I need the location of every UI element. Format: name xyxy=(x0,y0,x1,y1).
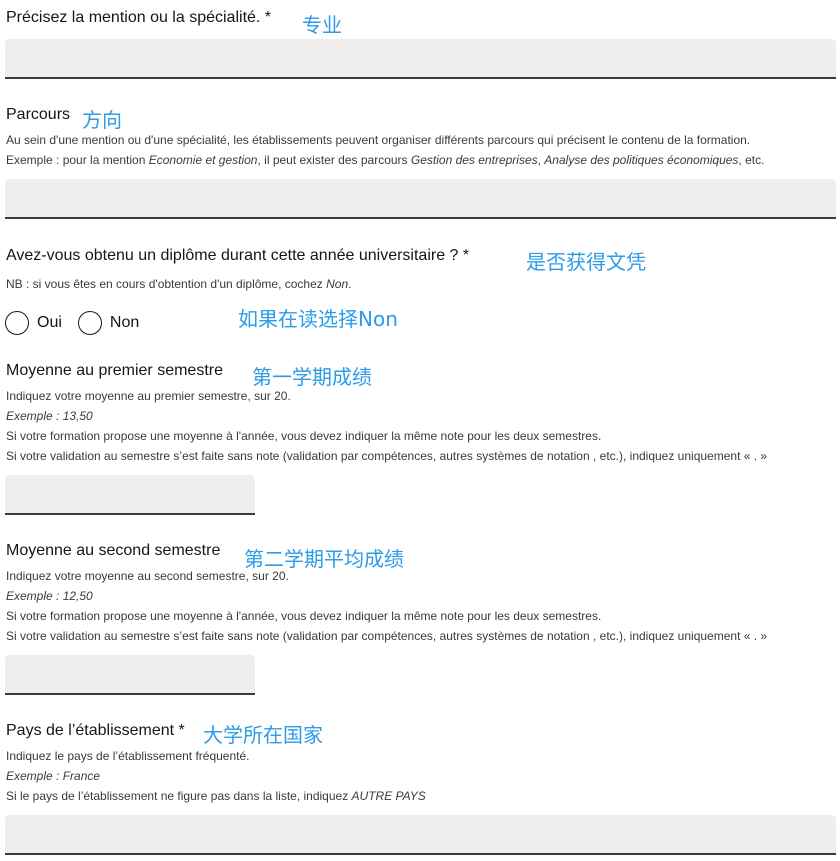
moyenne-s2-input[interactable] xyxy=(5,655,255,693)
parcours-example: Exemple : pour la mention Economie et ge… xyxy=(6,153,764,167)
mention-input[interactable] xyxy=(5,39,836,77)
moyenne-s1-example: Exemple : 13,50 xyxy=(6,409,93,423)
moyenne-s1-field[interactable] xyxy=(5,475,255,515)
moyenne-s1-hint-annual: Si votre formation propose une moyenne à… xyxy=(6,429,602,443)
pays-hint-autre-pays: AUTRE PAYS xyxy=(351,789,426,803)
radio-non-circle[interactable] xyxy=(77,311,102,335)
diplome-radio-group: Oui Non xyxy=(5,311,155,335)
parcours-hint: Au sein d'une mention ou d'une spécialit… xyxy=(6,133,751,147)
parcours-example-text: Exemple : pour la mention xyxy=(6,153,149,167)
diplome-annotation: 是否获得文凭 xyxy=(526,250,646,274)
radio-non[interactable]: Non xyxy=(77,311,139,335)
pays-hint: Indiquez le pays de l’établissement fréq… xyxy=(6,749,250,763)
parcours-input[interactable] xyxy=(5,179,836,217)
mention-field[interactable] xyxy=(5,39,836,79)
moyenne-s2-annotation: 第二学期平均成绩 xyxy=(244,547,404,571)
diplome-hint: NB : si vous êtes en cours d'obtention d… xyxy=(6,277,351,291)
moyenne-s2-hint-annual: Si votre formation propose une moyenne à… xyxy=(6,609,602,623)
moyenne-s2-field[interactable] xyxy=(5,655,255,695)
pays-hint-other-text: Si le pays de l’établissement ne figure … xyxy=(6,789,352,803)
moyenne-s2-label: Moyenne au second semestre xyxy=(6,542,221,559)
parcours-field[interactable] xyxy=(5,179,836,219)
moyenne-s2-hint: Indiquez votre moyenne au second semestr… xyxy=(6,569,289,583)
parcours-example-text: , il peut exister des parcours xyxy=(257,153,411,167)
diplome-options-annotation: 如果在读选择Non xyxy=(238,307,398,331)
pays-hint-other: Si le pays de l’établissement ne figure … xyxy=(6,789,426,803)
parcours-annotation: 方向 xyxy=(82,108,122,132)
pays-example: Exemple : France xyxy=(6,769,101,783)
moyenne-s1-label: Moyenne au premier semestre xyxy=(6,362,223,379)
moyenne-s1-hint-no-grade: Si votre validation au semestre s’est fa… xyxy=(6,449,768,463)
diplome-label: Avez-vous obtenu un diplôme durant cette… xyxy=(6,247,470,264)
parcours-example-parcours1: Gestion des entreprises xyxy=(410,153,538,167)
diplome-hint-text: NB : si vous êtes en cours d'obtention d… xyxy=(6,277,327,291)
moyenne-s2-example: Exemple : 12,50 xyxy=(6,589,93,603)
pays-label: Pays de l’établissement * xyxy=(6,722,185,739)
moyenne-s1-hint: Indiquez votre moyenne au premier semest… xyxy=(6,389,291,403)
moyenne-s2-hint-no-grade: Si votre validation au semestre s’est fa… xyxy=(6,629,768,643)
parcours-example-mention: Economie et gestion xyxy=(148,153,258,167)
moyenne-s1-annotation: 第一学期成绩 xyxy=(252,365,372,389)
parcours-example-text: , etc. xyxy=(738,153,765,167)
pays-field[interactable] xyxy=(5,815,836,855)
parcours-example-parcours2: Analyse des politiques économiques xyxy=(544,153,739,167)
mention-annotation: 专业 xyxy=(302,13,342,37)
diplome-hint-non: Non xyxy=(326,277,349,291)
mention-label: Précisez la mention ou la spécialité. * xyxy=(6,9,272,26)
parcours-label: Parcours xyxy=(6,106,71,123)
pays-annotation: 大学所在国家 xyxy=(203,723,323,747)
pays-input[interactable] xyxy=(5,815,836,853)
radio-oui-circle[interactable] xyxy=(5,311,29,335)
radio-oui[interactable]: Oui xyxy=(5,311,62,335)
radio-non-label[interactable]: Non xyxy=(110,314,139,332)
diplome-hint-text: . xyxy=(348,277,352,291)
radio-oui-label[interactable]: Oui xyxy=(37,314,62,332)
moyenne-s1-input[interactable] xyxy=(5,475,255,513)
